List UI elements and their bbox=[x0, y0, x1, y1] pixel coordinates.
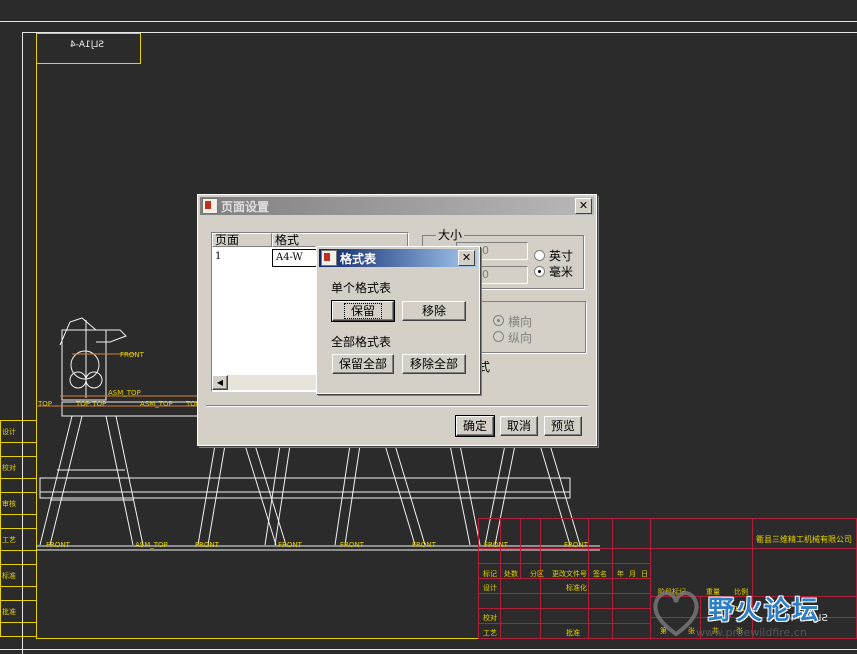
datum-label: FRONT bbox=[278, 541, 302, 549]
left-block-label: 批准 bbox=[2, 608, 16, 616]
company-name: 衢县三维精工机械有限公司 bbox=[756, 535, 852, 544]
orient-portrait-label: 纵向 bbox=[508, 331, 533, 345]
single-format-label: 单个格式表 bbox=[331, 281, 392, 295]
orient-landscape-radio[interactable] bbox=[493, 315, 504, 326]
close-button[interactable]: ✕ bbox=[575, 198, 592, 214]
watermark-url: www.proewildfire.cn bbox=[696, 626, 807, 639]
datum-label: TOP TOP bbox=[76, 400, 107, 408]
tb-standardize: 标准化 bbox=[566, 584, 587, 592]
tb-process: 工艺 bbox=[483, 629, 497, 637]
scroll-left-button[interactable]: ◀ bbox=[212, 375, 228, 390]
tb-header: 月 bbox=[629, 570, 636, 578]
orient-portrait-radio[interactable] bbox=[493, 331, 504, 342]
close-button[interactable]: ✕ bbox=[458, 250, 475, 266]
unit-inch-label: 英寸 bbox=[549, 249, 574, 263]
datum-label: FRONT bbox=[46, 541, 70, 549]
tb-header: 分区 bbox=[530, 570, 544, 578]
tb-header: 年 bbox=[617, 570, 624, 578]
unit-inch-radio[interactable] bbox=[534, 250, 545, 261]
watermark-brand: 野火论坛 bbox=[708, 596, 821, 626]
left-block-label: 审核 bbox=[2, 500, 16, 508]
left-block-label: 设计 bbox=[2, 428, 16, 436]
page-setup-titlebar[interactable]: 页面设置 ✕ bbox=[200, 197, 594, 215]
format-table-titlebar[interactable]: 格式表 ✕ bbox=[319, 249, 477, 267]
tb-header: 更改文件号 bbox=[552, 570, 587, 578]
datum-label: ASM_TOP bbox=[108, 389, 141, 397]
all-format-label: 全部格式表 bbox=[331, 335, 392, 349]
tb-header: 日 bbox=[641, 570, 648, 578]
orient-landscape-label: 横向 bbox=[508, 315, 533, 329]
datum-label: ASM_TOP bbox=[140, 400, 173, 408]
left-block-label: 校对 bbox=[2, 464, 16, 472]
keep-button[interactable]: 保留 bbox=[331, 300, 395, 322]
datum-label: TOP bbox=[38, 400, 53, 408]
watermark-logo-icon bbox=[653, 591, 699, 637]
dialog-title: 页面设置 bbox=[221, 199, 270, 214]
datum-label: FRONT bbox=[340, 541, 364, 549]
tb-header: 标记 bbox=[483, 570, 497, 578]
column-header-page[interactable]: 页面 bbox=[212, 233, 272, 247]
datum-label: FRONT bbox=[412, 541, 436, 549]
tb-design: 设计 bbox=[483, 584, 497, 592]
format-table-dialog: 格式表 ✕ 单个格式表 保留 移除 全部格式表 保留全部 移除全部 bbox=[316, 246, 480, 394]
left-block-label: 标准 bbox=[2, 572, 16, 580]
list-cell-page[interactable]: 1 bbox=[212, 249, 272, 265]
drawing-name-box: SLJ1A-4 bbox=[70, 40, 105, 50]
remove-all-button[interactable]: 移除全部 bbox=[402, 354, 466, 374]
column-header-format[interactable]: 格式 bbox=[272, 233, 408, 247]
keep-all-button[interactable]: 保留全部 bbox=[332, 354, 394, 374]
datum-label: FRONT bbox=[120, 351, 144, 359]
remove-button[interactable]: 移除 bbox=[402, 301, 466, 321]
ok-button[interactable]: 确定 bbox=[455, 415, 495, 437]
size-group-label: 大小 bbox=[436, 226, 465, 243]
tb-check: 校对 bbox=[483, 614, 497, 622]
cancel-button[interactable]: 取消 bbox=[500, 416, 538, 436]
tb-header: 处数 bbox=[504, 570, 518, 578]
tb-approve: 批准 bbox=[566, 629, 580, 637]
app-icon bbox=[321, 250, 337, 266]
dialog-title: 格式表 bbox=[340, 251, 377, 266]
preview-button[interactable]: 预览 bbox=[544, 416, 582, 436]
datum-label: FRONT bbox=[564, 541, 588, 549]
unit-mm-label: 毫米 bbox=[549, 265, 574, 279]
datum-label: ASM_TOP bbox=[135, 541, 168, 549]
datum-label: FRONT bbox=[195, 541, 219, 549]
app-icon bbox=[202, 198, 218, 214]
divider bbox=[206, 405, 588, 407]
datum-label: FRONT bbox=[484, 541, 508, 549]
unit-mm-radio[interactable] bbox=[534, 266, 545, 277]
left-block-label: 工艺 bbox=[2, 536, 16, 544]
tb-header: 签名 bbox=[593, 570, 607, 578]
